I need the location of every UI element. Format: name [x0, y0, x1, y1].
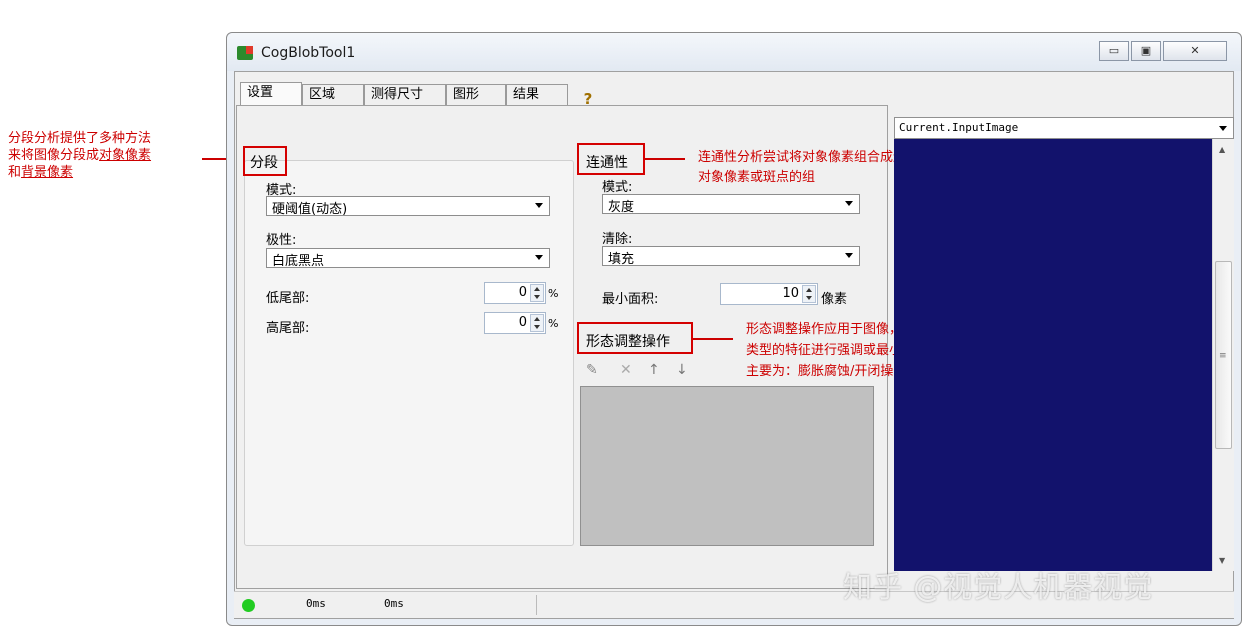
grip-icon: ≡	[1219, 351, 1227, 361]
watermark: 知乎 @视觉人机器视觉	[843, 570, 1154, 604]
maximize-icon: ▣	[1140, 44, 1152, 57]
tab-graphics[interactable]: 图形	[446, 84, 506, 106]
annotation-segment-line2: 来将图像分段成对象像素	[8, 148, 151, 164]
chevron-down-icon	[845, 201, 853, 206]
delete-button[interactable]: ✕	[620, 362, 632, 378]
connectivity-mode-label: 模式:	[602, 180, 633, 195]
status-divider	[536, 595, 537, 615]
low-tail-stepper[interactable]: 0	[484, 282, 546, 304]
segmentation-mode-value: 硬阈值(动态)	[272, 202, 348, 217]
title-bar[interactable]: CogBlobTool1 ▭ ▣ ✕	[227, 33, 1241, 71]
polarity-value: 白底黑点	[272, 254, 325, 269]
arrow-up-icon: ↑	[648, 362, 660, 378]
annotation-morphology-connector	[693, 338, 733, 340]
chevron-down-icon	[845, 253, 853, 258]
annotation-segment-line2-prefix: 来将图像分段成	[8, 148, 100, 163]
status-time-2: 0ms	[384, 597, 404, 610]
object-pixels-term: 对象像素	[99, 148, 152, 163]
maximize-button[interactable]: ▣	[1131, 41, 1161, 61]
arrow-down-icon: ↓	[676, 362, 688, 378]
low-tail-label: 低尾部:	[266, 291, 310, 306]
move-down-button[interactable]: ↓	[676, 362, 688, 378]
scroll-up-icon[interactable]: ▲	[1219, 145, 1225, 154]
min-area-label: 最小面积:	[602, 292, 659, 307]
high-tail-unit: %	[548, 317, 559, 330]
close-icon: ✕	[1190, 44, 1200, 57]
tab-region[interactable]: 区域	[302, 84, 364, 106]
chevron-down-icon	[535, 203, 543, 208]
annotation-morphology-line3: 主要为：膨胀腐蚀/开闭操作	[746, 364, 907, 379]
annotation-connectivity-line2: 对象像素或斑点的组	[698, 170, 816, 185]
connectivity-mode-value: 灰度	[608, 200, 635, 215]
spin-arrows-icon[interactable]	[530, 314, 544, 332]
status-indicator	[242, 599, 255, 612]
high-tail-value: 0	[518, 315, 527, 330]
annotation-segment-line3: 和背景像素	[8, 165, 73, 181]
annotation-segment-line3-prefix: 和	[8, 165, 22, 180]
chevron-down-icon	[535, 255, 543, 260]
app-icon	[237, 46, 253, 60]
cleanup-label: 清除:	[602, 232, 633, 247]
connectivity-highlight	[577, 143, 645, 175]
chevron-down-icon	[1219, 126, 1227, 131]
annotation-connectivity-connector	[645, 158, 685, 160]
polarity-select[interactable]: 白底黑点	[266, 248, 550, 269]
cleanup-value: 填充	[608, 252, 635, 267]
spin-arrows-icon[interactable]	[802, 285, 816, 303]
image-select[interactable]: Current.InputImage	[894, 117, 1234, 139]
segmentation-highlight	[243, 146, 287, 176]
morphology-highlight	[577, 322, 693, 354]
tab-settings[interactable]: 设置	[240, 82, 302, 106]
high-tail-stepper[interactable]: 0	[484, 312, 546, 334]
background-pixels-term: 背景像素	[21, 165, 74, 180]
min-area-stepper[interactable]: 10	[720, 283, 818, 305]
high-tail-label: 高尾部:	[266, 321, 310, 336]
tab-results[interactable]: 结果	[506, 84, 568, 106]
min-area-value: 10	[782, 286, 799, 301]
new-op-button[interactable]: ✎	[586, 362, 598, 378]
image-scrollbar[interactable]: ▲ ≡ ▼	[1212, 139, 1234, 571]
cleanup-select[interactable]: 填充	[602, 246, 860, 267]
new-op-icon: ✎	[586, 362, 598, 378]
segmentation-group	[244, 160, 574, 546]
polarity-label: 极性:	[266, 233, 297, 248]
tab-measurements[interactable]: 测得尺寸	[364, 84, 446, 106]
low-tail-value: 0	[518, 285, 527, 300]
morphology-toolbar: ✎ ✕ ↑ ↓	[586, 362, 706, 382]
image-display[interactable]	[894, 139, 1212, 571]
annotation-segment-line1: 分段分析提供了多种方法	[8, 131, 152, 146]
segmentation-mode-select[interactable]: 硬阈值(动态)	[266, 196, 550, 217]
low-tail-unit: %	[548, 287, 559, 300]
minimize-button[interactable]: ▭	[1099, 41, 1129, 61]
image-select-value: Current.InputImage	[899, 121, 1019, 134]
status-time-1: 0ms	[306, 597, 326, 610]
move-up-button[interactable]: ↑	[648, 362, 660, 378]
minimize-icon: ▭	[1108, 44, 1120, 57]
window-title: CogBlobTool1	[261, 45, 356, 61]
spin-arrows-icon[interactable]	[530, 284, 544, 302]
scroll-down-icon[interactable]: ▼	[1219, 556, 1225, 565]
morphology-operations-list[interactable]	[580, 386, 874, 546]
delete-icon: ✕	[620, 362, 632, 378]
close-button[interactable]: ✕	[1163, 41, 1227, 61]
connectivity-mode-select[interactable]: 灰度	[602, 194, 860, 215]
min-area-unit: 像素	[821, 292, 848, 307]
